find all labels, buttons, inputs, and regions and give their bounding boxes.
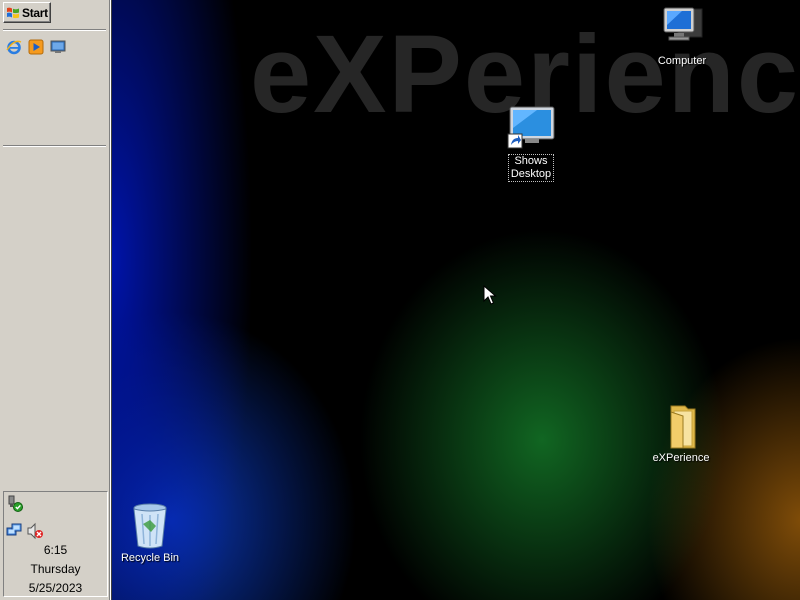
computer-icon (663, 7, 703, 41)
windows-logo-icon (7, 7, 19, 18)
network-icon[interactable] (6, 522, 24, 545)
mouse-pointer-icon (483, 285, 497, 305)
system-tray: 6:15 Thursday 5/25/2023 (3, 491, 108, 597)
clock-time[interactable]: 6:15 (4, 543, 107, 557)
shows-desktop-label: Shows Desktop (507, 154, 555, 182)
trash-icon (133, 503, 167, 549)
taskbar-divider (3, 29, 106, 31)
computer-desktop-icon[interactable]: Computer (646, 5, 718, 68)
start-button[interactable]: Start (3, 2, 51, 23)
screen: Start 6:15 Thursday 5/25/2023 eXPerienc … (0, 0, 800, 600)
experience-folder-label: eXPerience (652, 452, 710, 464)
folder-icon (670, 405, 696, 449)
start-label: Start (22, 5, 48, 20)
experience-folder-icon[interactable]: eXPerience (645, 402, 717, 465)
safely-remove-hardware-icon[interactable] (6, 495, 24, 513)
taskbar: Start 6:15 Thursday 5/25/2023 (0, 0, 111, 600)
volume-muted-icon[interactable] (26, 522, 44, 545)
computer-label: Computer (657, 55, 707, 67)
monitor-shortcut-icon (507, 106, 555, 149)
taskbar-divider (3, 145, 106, 147)
show-desktop-icon[interactable] (49, 38, 67, 56)
recycle-bin-icon[interactable]: Recycle Bin (114, 502, 186, 565)
recycle-bin-label: Recycle Bin (120, 552, 180, 564)
clock-date: 5/25/2023 (28, 581, 83, 595)
quick-launch-toolbar (5, 38, 67, 56)
internet-explorer-icon[interactable] (5, 38, 23, 56)
clock-day: Thursday (30, 562, 81, 576)
media-player-icon[interactable] (27, 38, 45, 56)
shows-desktop-shortcut[interactable]: Shows Desktop (495, 104, 567, 182)
desktop[interactable]: eXPerienc Computer Shows Desktop eXPerie… (112, 0, 800, 600)
